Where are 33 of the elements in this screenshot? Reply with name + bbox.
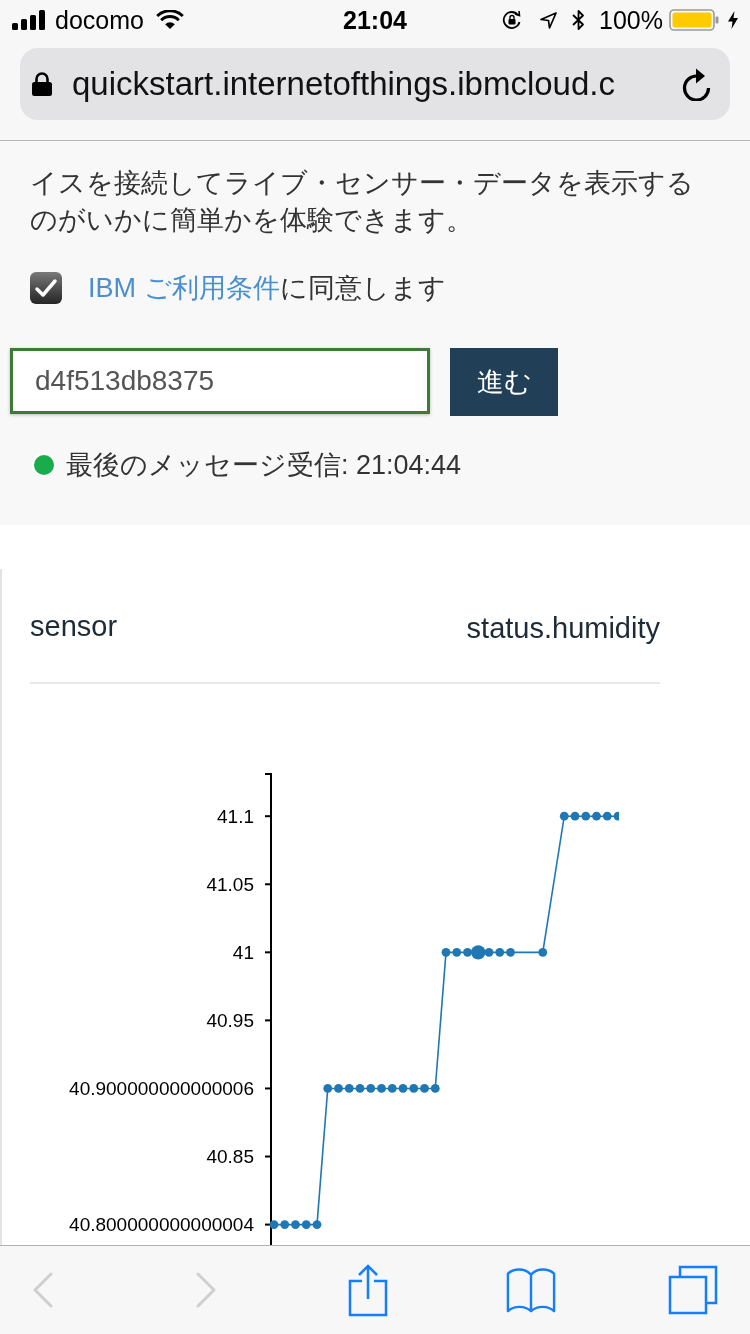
terms-label: IBM ご利用条件に同意します bbox=[88, 272, 446, 305]
y-tick-label: 40.900000000000006 bbox=[69, 1077, 254, 1099]
check-icon bbox=[34, 278, 58, 298]
orientation-lock-icon bbox=[502, 10, 523, 30]
card-title: sensor bbox=[30, 610, 118, 642]
clock-time: 21:04 bbox=[343, 5, 407, 35]
lock-icon bbox=[32, 72, 52, 96]
share-icon[interactable] bbox=[348, 1263, 388, 1317]
terms-checkbox[interactable] bbox=[30, 272, 62, 304]
signal-icon bbox=[12, 10, 46, 30]
carrier-name: docomo bbox=[55, 5, 144, 35]
y-tick-label: 41.05 bbox=[206, 873, 254, 895]
bluetooth-icon bbox=[572, 9, 586, 31]
location-arrow-icon bbox=[540, 11, 558, 29]
y-tick-label: 41 bbox=[232, 941, 254, 963]
y-tick-label: 40.85 bbox=[206, 1146, 254, 1167]
wifi-icon bbox=[155, 10, 184, 30]
tabs-icon[interactable] bbox=[668, 1265, 718, 1315]
url-text: quickstart.internetofthings.ibmcloud.c bbox=[72, 64, 615, 104]
battery-icon bbox=[669, 9, 719, 31]
intro-paragraph: イスを接続してライブ・センサー・データを表示するのがいかに簡単かを体験できます。 bbox=[30, 167, 695, 237]
last-message-text: 最後のメッセージ受信: 21:04:44 bbox=[66, 449, 462, 481]
y-tick-label: 40.800000000000004 bbox=[69, 1214, 254, 1236]
y-tick-label: 41.1 bbox=[217, 805, 254, 827]
battery-percent: 100% bbox=[599, 5, 663, 35]
address-bar[interactable]: quickstart.internetofthings.ibmcloud.c bbox=[20, 48, 730, 120]
go-button[interactable]: 進む bbox=[450, 348, 558, 416]
device-id-input[interactable]: d4f513db8375 bbox=[10, 348, 430, 414]
book-icon[interactable] bbox=[505, 1266, 556, 1314]
property-name: status.humidity bbox=[466, 612, 660, 644]
reload-icon[interactable] bbox=[682, 67, 712, 101]
bolt-icon bbox=[728, 11, 738, 29]
y-tick-label: 40.95 bbox=[206, 1009, 254, 1031]
